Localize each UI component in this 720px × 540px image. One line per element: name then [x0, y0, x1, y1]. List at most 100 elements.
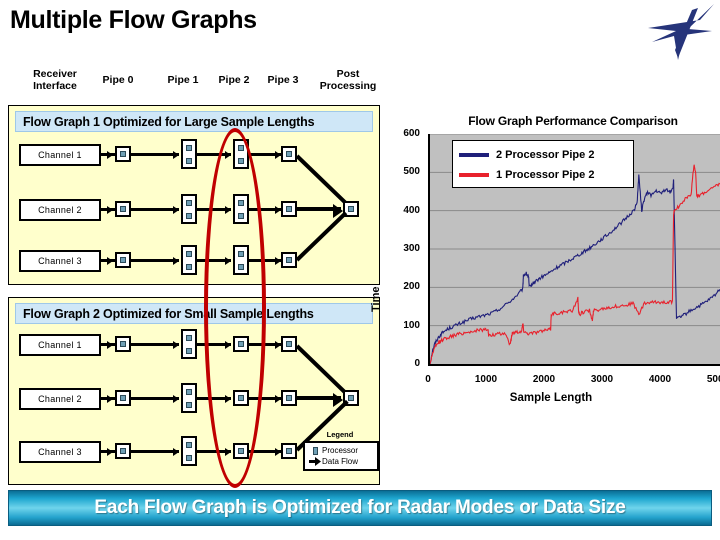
flow-graph-1-ch3-pipe1-node[interactable]: [181, 245, 197, 275]
arrow-right-icon: [308, 457, 322, 466]
arrow-right-icon: [225, 394, 231, 403]
pipe-header-line1: Pipe 2: [218, 74, 250, 86]
flow-graph-1-ch2-pipe3-node[interactable]: [281, 201, 297, 217]
chart-x-tick-label: 1000: [474, 374, 498, 385]
arrow-right-icon: [107, 256, 113, 265]
flow-graph-2-channel-2-box[interactable]: Channel 2: [19, 388, 101, 410]
processor-icon: [286, 395, 292, 401]
edge-pipe0-to-pipe1: [131, 450, 179, 453]
legend-item-label: Data Flow: [322, 457, 359, 466]
flow-graph-1-ch2-pipe1-node[interactable]: [181, 194, 197, 224]
flow-graph-1-ch1-pipe1-node[interactable]: [181, 139, 197, 169]
flow-graph-2-ch1-pipe1-node[interactable]: [181, 329, 197, 359]
legend-item-label: Processor: [322, 446, 359, 455]
arrow-right-icon: [173, 205, 179, 214]
flow-graph-2-header: Flow Graph 2 Optimized for Small Sample …: [15, 303, 373, 324]
edge-pipe0-to-pipe1: [131, 343, 179, 346]
flow-graph-1-channel-1-box[interactable]: Channel 1: [19, 144, 101, 166]
processor-icon: [186, 144, 192, 151]
pipe-header-receiver-interface: Receiver Interface: [16, 64, 94, 96]
pipe-header-pipe-3: Pipe 3: [256, 64, 310, 96]
flow-graph-2-channel-1-box[interactable]: Channel 1: [19, 334, 101, 356]
chart-series-line: [430, 175, 720, 364]
flow-graph-1-ch2-pipe2-node[interactable]: [233, 194, 249, 224]
arrow-right-icon: [225, 340, 231, 349]
flow-graph-1-ch1-pipe3-node[interactable]: [281, 146, 297, 162]
flow-graph-2-ch2-pipe0-node[interactable]: [115, 390, 131, 406]
pipe-header-line1: Receiver: [33, 68, 77, 80]
flow-graph-1-ch3-pipe2-node[interactable]: [233, 245, 249, 275]
processor-icon: [186, 454, 192, 461]
legend-item-processor: Processor: [308, 445, 374, 456]
flow-graph-2-ch2-pipe1-node[interactable]: [181, 383, 197, 413]
edge-pipe0-to-pipe1: [131, 397, 179, 400]
processor-icon: [186, 388, 192, 395]
channel-label: Channel 1: [38, 150, 82, 160]
flow-graph-1-panel: Flow Graph 1 Optimized for Large Sample …: [8, 105, 380, 285]
arrow-right-icon: [107, 150, 113, 159]
flow-graph-2-ch2-pipe3-node[interactable]: [281, 390, 297, 406]
lockheed-martin-star-logo: [648, 4, 714, 60]
pipe-header-line1: Pipe 3: [267, 74, 299, 86]
processor-icon: [120, 448, 126, 454]
chart-title: Flow Graph Performance Comparison: [468, 114, 678, 128]
processor-icon: [238, 448, 244, 454]
series-color-swatch: [459, 153, 489, 157]
flow-graph-2-ch3-pipe3-node[interactable]: [281, 443, 297, 459]
processor-icon: [186, 250, 192, 257]
pipe-header-pipe-2: Pipe 2: [207, 64, 261, 96]
arrow-right-icon: [107, 340, 113, 349]
chart-y-tick-label: 500: [403, 166, 420, 178]
flow-graph-2-ch1-pipe0-node[interactable]: [115, 336, 131, 352]
flow-graph-1-channel-3-box[interactable]: Channel 3: [19, 250, 101, 272]
edge-ch1-pipe3-to-post: [295, 154, 348, 205]
processor-icon: [348, 206, 354, 212]
pipe-header-line2: Interface: [33, 80, 77, 92]
chart-y-tick-label: 400: [403, 204, 420, 216]
processor-icon: [286, 151, 292, 157]
flow-graph-2-ch3-pipe2-node[interactable]: [233, 443, 249, 459]
flow-graph-1-channel-2-box[interactable]: Channel 2: [19, 199, 101, 221]
flow-graph-2-ch3-pipe0-node[interactable]: [115, 443, 131, 459]
flow-graph-2-ch1-pipe3-node[interactable]: [281, 336, 297, 352]
processor-icon: [186, 212, 192, 219]
arrow-right-icon: [107, 447, 113, 456]
chart-x-axis-label: Sample Length: [509, 392, 593, 404]
chart-legend-item-0: 2 Processor Pipe 2: [459, 145, 627, 165]
processor-icon: [286, 448, 292, 454]
arrow-right-icon: [225, 256, 231, 265]
flow-graph-1-header: Flow Graph 1 Optimized for Large Sample …: [15, 111, 373, 132]
chart-x-tick-label: 5000: [706, 374, 720, 385]
pipe-header-pipe-1: Pipe 1: [156, 64, 210, 96]
arrow-right-icon: [173, 447, 179, 456]
processor-icon: [238, 199, 244, 206]
edge-ch1-pipe3-to-post: [295, 344, 349, 397]
pipe-header-line1: Post: [336, 68, 360, 80]
chart-x-tick-label: 2000: [532, 374, 556, 385]
flow-graph-2-ch2-pipe2-node[interactable]: [233, 390, 249, 406]
flow-graph-2-ch3-pipe1-node[interactable]: [181, 436, 197, 466]
chart-y-tick-label: 200: [403, 281, 420, 293]
chart-series-line: [430, 165, 720, 364]
slide-root: Multiple Flow Graphs Receiver Interface …: [0, 0, 720, 540]
processor-icon: [348, 395, 354, 401]
flow-graph-2-ch1-pipe2-node[interactable]: [233, 336, 249, 352]
flow-graph-1-ch3-pipe0-node[interactable]: [115, 252, 131, 268]
arrow-right-icon: [107, 394, 113, 403]
chart-y-tick-label: 600: [403, 128, 420, 139]
edge-pipe0-to-pipe1: [131, 208, 179, 211]
processor-swatch-icon: [308, 446, 322, 455]
arrow-right-icon: [225, 150, 231, 159]
flow-graph-1-ch1-pipe0-node[interactable]: [115, 146, 131, 162]
flow-graph-2-channel-3-box[interactable]: Channel 3: [19, 441, 101, 463]
processor-icon: [238, 263, 244, 270]
processor-icon: [286, 257, 292, 263]
arrow-right-icon: [173, 394, 179, 403]
diagram-legend-box: Processor Data Flow: [303, 441, 379, 471]
flow-graph-1-ch2-pipe0-node[interactable]: [115, 201, 131, 217]
flow-graph-1-ch3-pipe3-node[interactable]: [281, 252, 297, 268]
flow-graph-1-ch1-pipe2-node[interactable]: [233, 139, 249, 169]
pipe-header-post-processing: Post Processing: [310, 64, 386, 96]
channel-label: Channel 3: [38, 256, 82, 266]
page-title: Multiple Flow Graphs: [10, 6, 257, 34]
